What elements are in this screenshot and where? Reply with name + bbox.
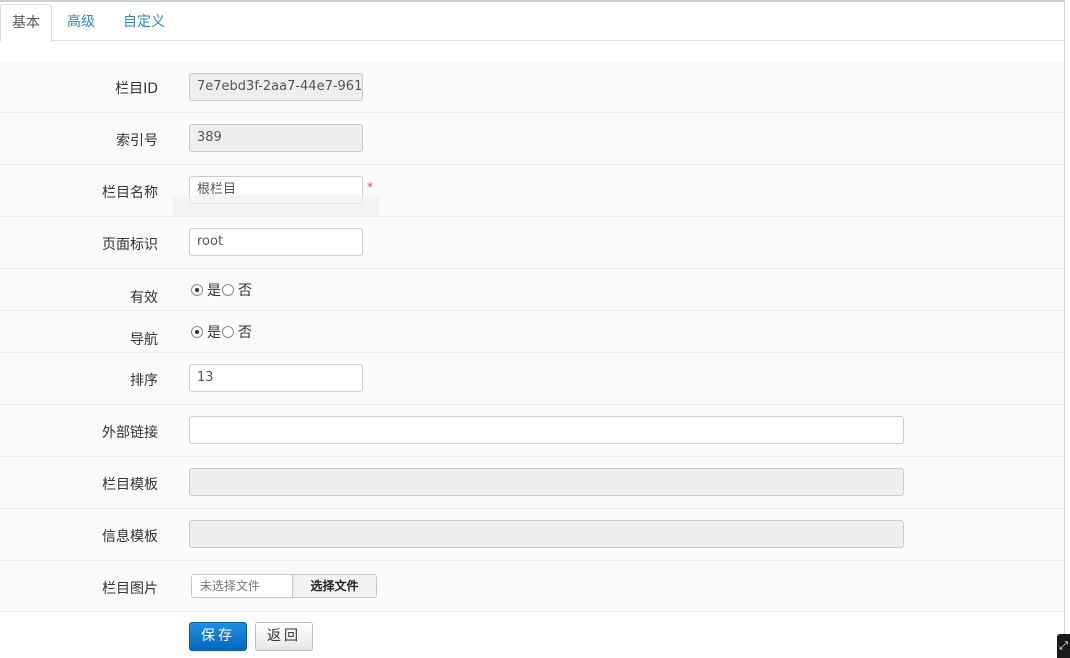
page-id-label: 页面标识 bbox=[102, 237, 158, 253]
row-column-name: 栏目名称 根栏目 * bbox=[0, 165, 1064, 217]
row-index-no: 索引号 389 bbox=[0, 113, 1064, 165]
nav-no-label: 否 bbox=[238, 325, 252, 341]
row-external-link: 外部链接 bbox=[0, 405, 1064, 457]
back-button[interactable]: 返回 bbox=[255, 622, 313, 651]
valid-label: 有效 bbox=[130, 290, 158, 306]
valid-radio-group: 是 否 bbox=[191, 280, 253, 300]
nav-no-radio[interactable] bbox=[222, 326, 234, 338]
external-link-label: 外部链接 bbox=[102, 425, 158, 441]
info-template-label: 信息模板 bbox=[102, 529, 158, 545]
nav-label: 导航 bbox=[130, 332, 158, 348]
row-page-id: 页面标识 root bbox=[0, 217, 1064, 269]
column-name-label: 栏目名称 bbox=[102, 185, 158, 201]
row-column-image: 栏目图片 未选择文件 选择文件 bbox=[0, 561, 1064, 612]
order-label: 排序 bbox=[130, 373, 158, 389]
scroll-top-icon[interactable]: ⤢ bbox=[1057, 634, 1070, 658]
row-column-template: 栏目模板 bbox=[0, 457, 1064, 509]
valid-no-label: 否 bbox=[238, 283, 252, 299]
valid-yes-label: 是 bbox=[207, 283, 221, 299]
column-image-file-input[interactable]: 未选择文件 选择文件 bbox=[191, 574, 377, 598]
row-column-id: 栏目ID 7e7ebd3f-2aa7-44e7-961 bbox=[0, 62, 1064, 113]
nav-radio-group: 是 否 bbox=[191, 322, 253, 342]
tab-advanced[interactable]: 高级 bbox=[56, 4, 106, 40]
column-template-label: 栏目模板 bbox=[102, 477, 158, 493]
row-nav: 导航 是 否 bbox=[0, 311, 1064, 353]
index-no-label: 索引号 bbox=[116, 133, 158, 149]
row-valid: 有效 是 否 bbox=[0, 269, 1064, 311]
tooltip-shadow bbox=[173, 195, 379, 217]
page-id-field[interactable]: root bbox=[189, 228, 363, 256]
info-template-field[interactable] bbox=[189, 520, 904, 548]
row-info-template: 信息模板 bbox=[0, 509, 1064, 561]
form-panel: 基本 高级 自定义 栏目ID 7e7ebd3f-2aa7-44e7-961 索引… bbox=[0, 0, 1065, 658]
column-id-label: 栏目ID bbox=[115, 81, 158, 97]
save-button[interactable]: 保存 bbox=[189, 622, 247, 651]
column-id-field[interactable]: 7e7ebd3f-2aa7-44e7-961 bbox=[189, 73, 363, 101]
valid-yes-radio[interactable] bbox=[191, 284, 203, 296]
tab-bar: 基本 高级 自定义 bbox=[0, 2, 1064, 42]
valid-no-radio[interactable] bbox=[222, 284, 234, 296]
choose-file-button[interactable]: 选择文件 bbox=[292, 575, 376, 597]
file-placeholder: 未选择文件 bbox=[200, 579, 261, 593]
external-link-field[interactable] bbox=[189, 416, 904, 444]
tab-custom[interactable]: 自定义 bbox=[112, 4, 176, 40]
tab-basic[interactable]: 基本 bbox=[0, 4, 52, 42]
index-no-field[interactable]: 389 bbox=[189, 124, 363, 152]
column-template-field[interactable] bbox=[189, 468, 904, 496]
column-image-label: 栏目图片 bbox=[102, 581, 158, 597]
order-field[interactable]: 13 bbox=[189, 364, 363, 392]
row-order: 排序 13 bbox=[0, 353, 1064, 405]
required-mark: * bbox=[367, 180, 373, 194]
nav-yes-radio[interactable] bbox=[191, 326, 203, 338]
nav-yes-label: 是 bbox=[207, 325, 221, 341]
